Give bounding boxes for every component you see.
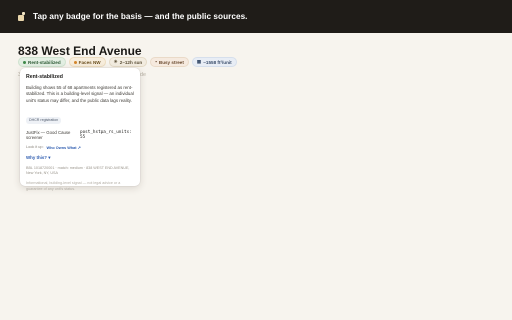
look-up-row: Look it up: Who Owns What ↗: [26, 145, 134, 150]
hint-banner-text: Tap any badge for the basis — and the pu…: [33, 12, 248, 21]
disclaimer: Informational, building-level signal — n…: [26, 181, 121, 191]
badge-unit-size[interactable]: ▦ ~1558 ft²/unit: [191, 57, 237, 67]
car-icon: ▪: [155, 58, 157, 64]
field-value: 55: [80, 135, 86, 141]
field-name: post_hstpa_rs_units:: [80, 129, 132, 135]
hint-banner: Tap any badge for the basis — and the pu…: [0, 0, 512, 33]
badge-label: Faces NW: [78, 59, 101, 65]
badge-sun-hours[interactable]: ☀ 2–12h sun: [108, 57, 148, 67]
source-tag: DHCR registration: [26, 116, 62, 124]
badge-label: Busy street: [158, 59, 184, 65]
badge-rent-stabilized[interactable]: Rent-stabilized: [18, 57, 66, 67]
badge-label: ~1558 ft²/unit: [203, 59, 232, 65]
source-row: JustFix — Good Cause screener post_hstpa…: [26, 130, 134, 141]
badge-row: Rent-stabilized Faces NW ☀ 2–12h sun ▪ B…: [18, 57, 237, 67]
orange-dot-icon: [73, 60, 77, 64]
who-owns-what-link[interactable]: Who Owns What ↗: [47, 145, 81, 150]
green-dot-icon: [23, 60, 26, 64]
sun-icon: ☀: [113, 58, 118, 64]
popover-description: Building shows 55 of 68 apartments regis…: [26, 85, 134, 103]
listing-address: 838 West End Avenue: [18, 44, 142, 58]
badge-detail-popover: Rent-stabilized Building shows 55 of 68 …: [20, 68, 140, 191]
grid-icon: ▦: [196, 58, 202, 64]
badge-faces[interactable]: Faces NW: [68, 57, 106, 67]
badge-busy-street[interactable]: ▪ Busy street: [150, 57, 189, 67]
badge-label: 2–12h sun: [119, 59, 143, 65]
popover-title: Rent-stabilized: [26, 74, 63, 80]
look-up-label: Look it up:: [26, 144, 44, 149]
obscured-text-right: de: [140, 72, 146, 78]
why-this-toggle[interactable]: Why this? ▾: [26, 155, 134, 161]
source-field: post_hstpa_rs_units: 55: [80, 130, 132, 141]
info-icon: [18, 12, 26, 21]
badge-label: Rent-stabilized: [28, 59, 61, 65]
source-name: JustFix — Good Cause screener: [26, 129, 71, 141]
match-metadata: BBL 1018720001 · match: medium · 838 WES…: [26, 165, 130, 176]
